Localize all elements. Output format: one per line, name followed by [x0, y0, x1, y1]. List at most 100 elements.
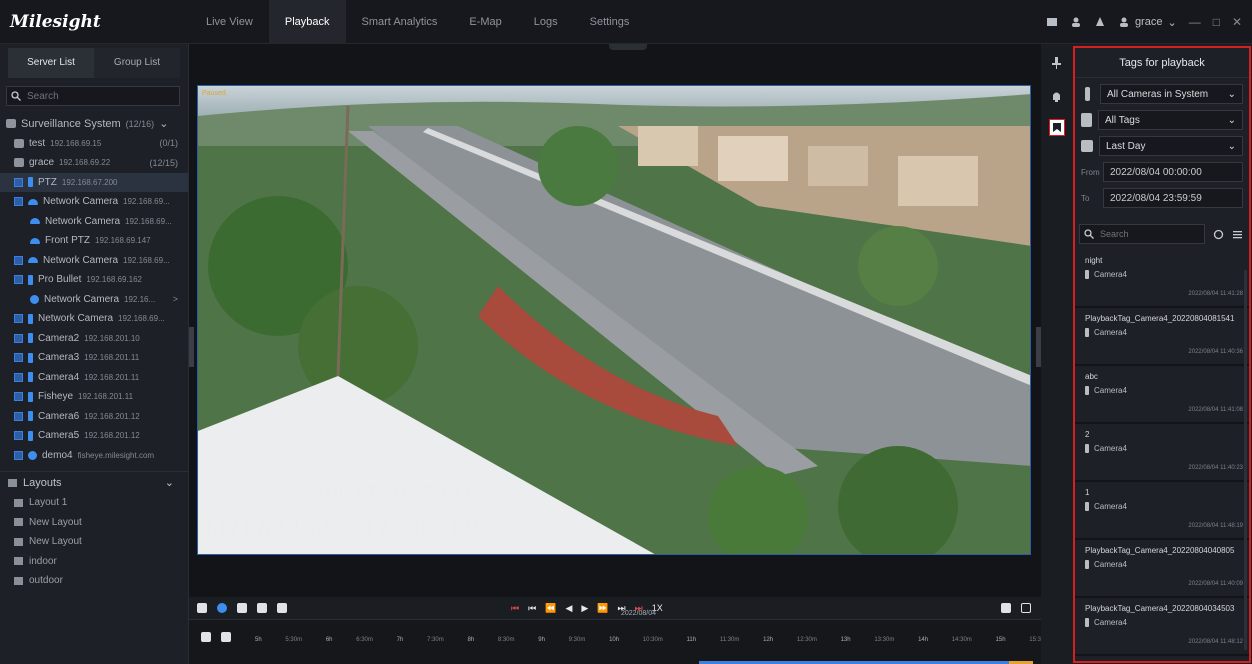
camera-checkbox[interactable]: [14, 255, 23, 265]
tag-name: PlaybackTag_Camera4_20220804034503: [1085, 604, 1235, 613]
tab-server-list[interactable]: Server List: [8, 48, 94, 78]
prev-frame-icon[interactable]: ⏮: [528, 603, 536, 614]
close-button[interactable]: ✕: [1232, 15, 1242, 29]
tab-group-list[interactable]: Group List: [94, 48, 180, 78]
tree-server-grace[interactable]: grace 192.168.69.22 (12/15): [0, 153, 188, 173]
tree-server-test[interactable]: test 192.168.69.15 (0/1): [0, 134, 188, 154]
maximize-button[interactable]: □: [1213, 15, 1220, 29]
to-datetime-input[interactable]: 2022/08/04 23:59:59: [1103, 188, 1243, 208]
tag-item[interactable]: PlaybackTag_Camera4_20220804081541 Camera…: [1075, 308, 1249, 366]
collapse-left-handle[interactable]: [189, 327, 194, 367]
tag-icon[interactable]: [257, 603, 267, 613]
camera-row[interactable]: Fisheye 192.168.201.11: [0, 387, 188, 407]
nav-settings[interactable]: Settings: [574, 0, 646, 44]
fast-forward-icon[interactable]: ⏩: [597, 603, 608, 614]
tag-item[interactable]: abc Camera4 2022/08/04 11:41:08: [1075, 366, 1249, 424]
export-icon[interactable]: [1001, 603, 1011, 613]
camera-row[interactable]: demo4 fisheye.milesight.com: [0, 446, 188, 466]
tag-camera: Camera4: [1085, 618, 1243, 627]
user-menu[interactable]: grace ⌄: [1118, 16, 1177, 29]
layout-item[interactable]: Layout 1: [0, 493, 188, 513]
layout-icon: [14, 498, 23, 507]
collapse-toolbar-handle[interactable]: [609, 44, 647, 50]
lock-icon[interactable]: [237, 603, 247, 613]
tag-item[interactable]: PlaybackTag_Camera4_20220804040805 Camera…: [1075, 540, 1249, 598]
alarm-icon[interactable]: [1094, 16, 1106, 28]
camera-row[interactable]: Camera6 192.168.201.12: [0, 407, 188, 427]
camera-row[interactable]: Camera3 192.168.201.11: [0, 348, 188, 368]
nav-logs[interactable]: Logs: [518, 0, 574, 44]
timeline[interactable]: 5h 5:30m 6h 6:30m 7h 7:30m 8h 8:30m 9h 9:30m 10h 10…: [189, 619, 1041, 664]
period-filter-select[interactable]: Last Day ⌄: [1099, 136, 1243, 156]
camera-checkbox[interactable]: [14, 450, 23, 460]
camera-checkbox[interactable]: [14, 275, 23, 285]
camera-checkbox[interactable]: [14, 372, 23, 382]
camera-row[interactable]: Network Camera 192.168.69...: [0, 251, 188, 271]
tag-item[interactable]: 1 Camera4 2022/08/04 11:48:19: [1075, 482, 1249, 540]
snapshot-icon[interactable]: [277, 603, 287, 613]
camera-icon: [1085, 444, 1089, 453]
camera-ip: 192.168.201.11: [84, 353, 140, 363]
bell-icon[interactable]: [1050, 90, 1063, 103]
camera-row[interactable]: Camera2 192.168.201.10: [0, 329, 188, 349]
camera-checkbox[interactable]: [14, 392, 23, 402]
camera-row[interactable]: Network Camera 192.16... >: [0, 290, 188, 310]
timeline-tick: 9h: [538, 637, 545, 657]
camera-row[interactable]: Front PTZ 192.168.69.147: [0, 231, 188, 251]
tree-system[interactable]: Surveillance System (12/16) ⌄: [0, 114, 188, 134]
layout-item[interactable]: New Layout: [0, 532, 188, 552]
camera-checkbox[interactable]: [14, 353, 23, 363]
rewind-icon[interactable]: ⏪: [545, 603, 556, 614]
tag-list-icon[interactable]: [1049, 119, 1065, 136]
refresh-icon[interactable]: [1213, 229, 1224, 240]
timeline-tick: 11:30m: [720, 637, 740, 657]
nav-smart-analytics[interactable]: Smart Analytics: [346, 0, 454, 44]
from-datetime-input[interactable]: 2022/08/04 00:00:00: [1103, 162, 1243, 182]
camera-filter-select[interactable]: All Cameras in System ⌄: [1100, 84, 1243, 104]
layout-item[interactable]: outdoor: [0, 571, 188, 591]
list-view-icon[interactable]: [1232, 229, 1243, 240]
camera-row[interactable]: Network Camera 192.168.69...: [0, 212, 188, 232]
tag-item[interactable]: night Camera4 2022/08/04 11:41:28: [1075, 250, 1249, 308]
pin-icon[interactable]: [1050, 56, 1063, 69]
tag-list-scrollbar[interactable]: [1244, 270, 1247, 650]
prev-event-icon[interactable]: ⏮: [511, 603, 519, 614]
layout-grid-icon[interactable]: [197, 603, 207, 613]
camera-row[interactable]: Camera5 192.168.201.12: [0, 426, 188, 446]
device-search-input[interactable]: Search: [6, 86, 180, 106]
user-manage-icon[interactable]: [1070, 16, 1082, 28]
camera-row[interactable]: Pro Bullet 192.168.69.162: [0, 270, 188, 290]
nav-playback[interactable]: Playback: [268, 0, 346, 44]
message-icon[interactable]: [1046, 16, 1058, 28]
tag-search-input[interactable]: Search: [1079, 224, 1205, 244]
camera-checkbox[interactable]: [14, 197, 23, 207]
layouts-section[interactable]: Layouts ⌄: [0, 471, 188, 493]
camera-row[interactable]: Network Camera 192.168.69...: [0, 309, 188, 329]
camera-row[interactable]: Network Camera 192.168.69...: [0, 192, 188, 212]
minimize-button[interactable]: —: [1189, 15, 1201, 29]
camera-checkbox[interactable]: [14, 177, 23, 187]
camera-checkbox[interactable]: [14, 333, 23, 343]
filter-icon[interactable]: [221, 632, 231, 642]
tag-item[interactable]: PlaybackTag_Camera4_20220804034503 Camera…: [1075, 598, 1249, 656]
nav-live-view[interactable]: Live View: [190, 0, 269, 44]
calendar-icon[interactable]: [201, 632, 211, 642]
bullet-camera-icon: [28, 313, 33, 324]
nav-e-map[interactable]: E-Map: [453, 0, 517, 44]
camera-checkbox[interactable]: [14, 431, 23, 441]
layout-item[interactable]: indoor: [0, 552, 188, 572]
tag-item[interactable]: 2 Camera4 2022/08/04 11:40:23: [1075, 424, 1249, 482]
search-playback-icon[interactable]: [217, 603, 227, 613]
camera-checkbox[interactable]: [14, 411, 23, 421]
reverse-play-icon[interactable]: ◀: [565, 603, 572, 614]
camera-row[interactable]: PTZ 192.168.67.200: [0, 172, 188, 192]
video-window[interactable]: Paused P000/T10 Z001 04/08/2022 17:36:00: [197, 85, 1031, 555]
camera-checkbox[interactable]: [14, 314, 23, 324]
layout-item[interactable]: New Layout: [0, 513, 188, 533]
timeline-tick: 15h: [996, 637, 1006, 657]
chevron-right-icon[interactable]: >: [173, 294, 178, 304]
tag-filter-select[interactable]: All Tags ⌄: [1098, 110, 1243, 130]
play-icon[interactable]: ▶: [581, 603, 588, 614]
camera-row[interactable]: Camera4 192.168.201.11: [0, 368, 188, 388]
fullscreen-icon[interactable]: [1021, 603, 1031, 613]
